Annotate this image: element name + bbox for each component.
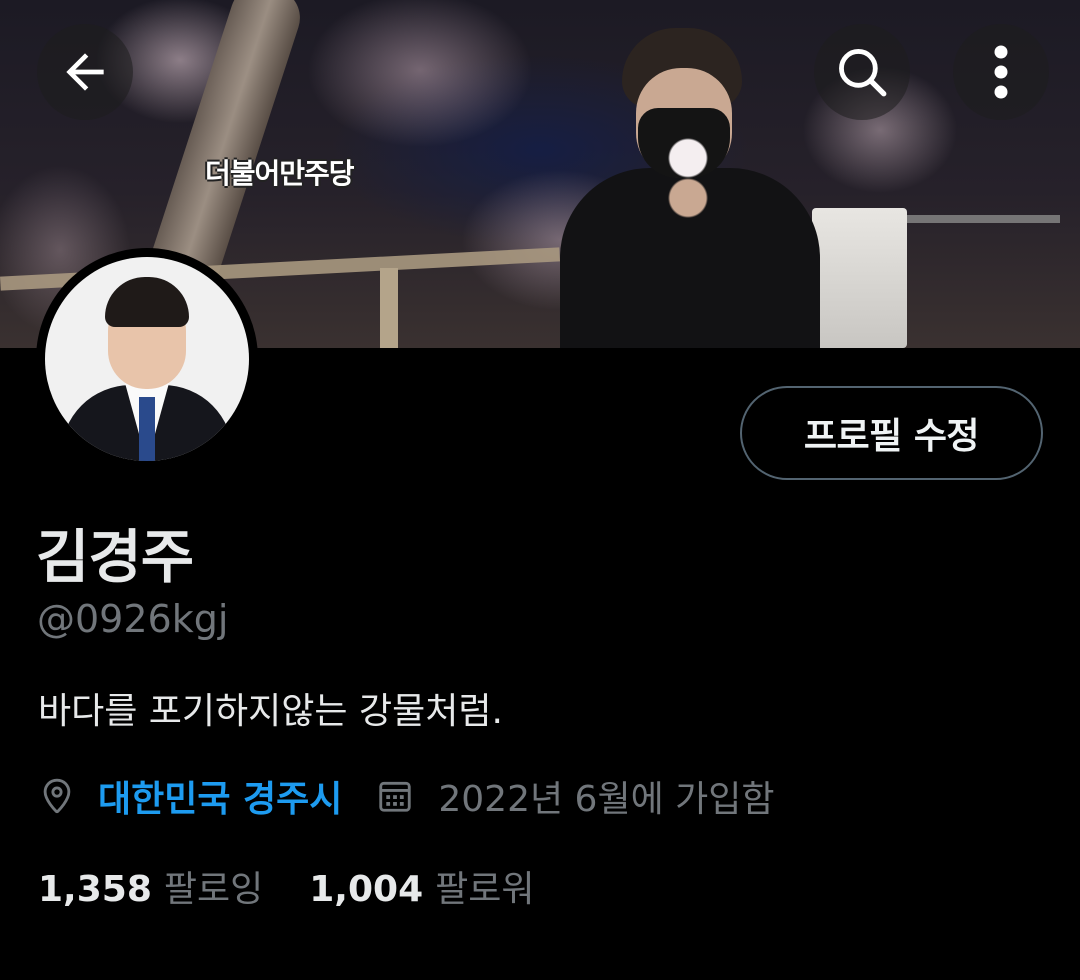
- location-link[interactable]: 대한민국 경주시: [98, 770, 342, 822]
- back-button[interactable]: [37, 24, 133, 120]
- more-vertical-icon: [994, 45, 1008, 99]
- search-icon: [839, 49, 887, 97]
- calendar-icon: [376, 777, 414, 815]
- location-pin-icon: [38, 776, 76, 816]
- avatar-photo: [45, 257, 249, 461]
- following-label[interactable]: 팔로잉: [164, 860, 263, 912]
- banner-caption: 더불어만주당: [205, 157, 355, 190]
- followers-count[interactable]: 1,004: [309, 869, 423, 910]
- arrow-left-icon: [66, 53, 104, 91]
- profile-bio: 바다를 포기하지않는 강물처럼.: [38, 691, 503, 732]
- edit-profile-button[interactable]: 프로필 수정: [740, 386, 1043, 480]
- avatar[interactable]: [36, 248, 258, 470]
- profile-meta: 대한민국 경주시 2022년 6월에 가입함: [38, 770, 775, 822]
- banner-person: [560, 28, 820, 348]
- banner-railing-post: [380, 268, 398, 348]
- banner-fence: [900, 215, 1060, 223]
- join-date: 2022년 6월에 가입함: [438, 779, 775, 820]
- user-handle: @0926kgj: [37, 597, 229, 641]
- following-count[interactable]: 1,358: [38, 869, 152, 910]
- banner-sign: [812, 208, 907, 348]
- follow-stats: 1,358 팔로잉 1,004 팔로워: [38, 860, 581, 912]
- display-name: 김경주: [36, 523, 194, 591]
- search-button[interactable]: [814, 24, 910, 120]
- more-button[interactable]: [953, 24, 1049, 120]
- followers-label[interactable]: 팔로워: [435, 860, 534, 912]
